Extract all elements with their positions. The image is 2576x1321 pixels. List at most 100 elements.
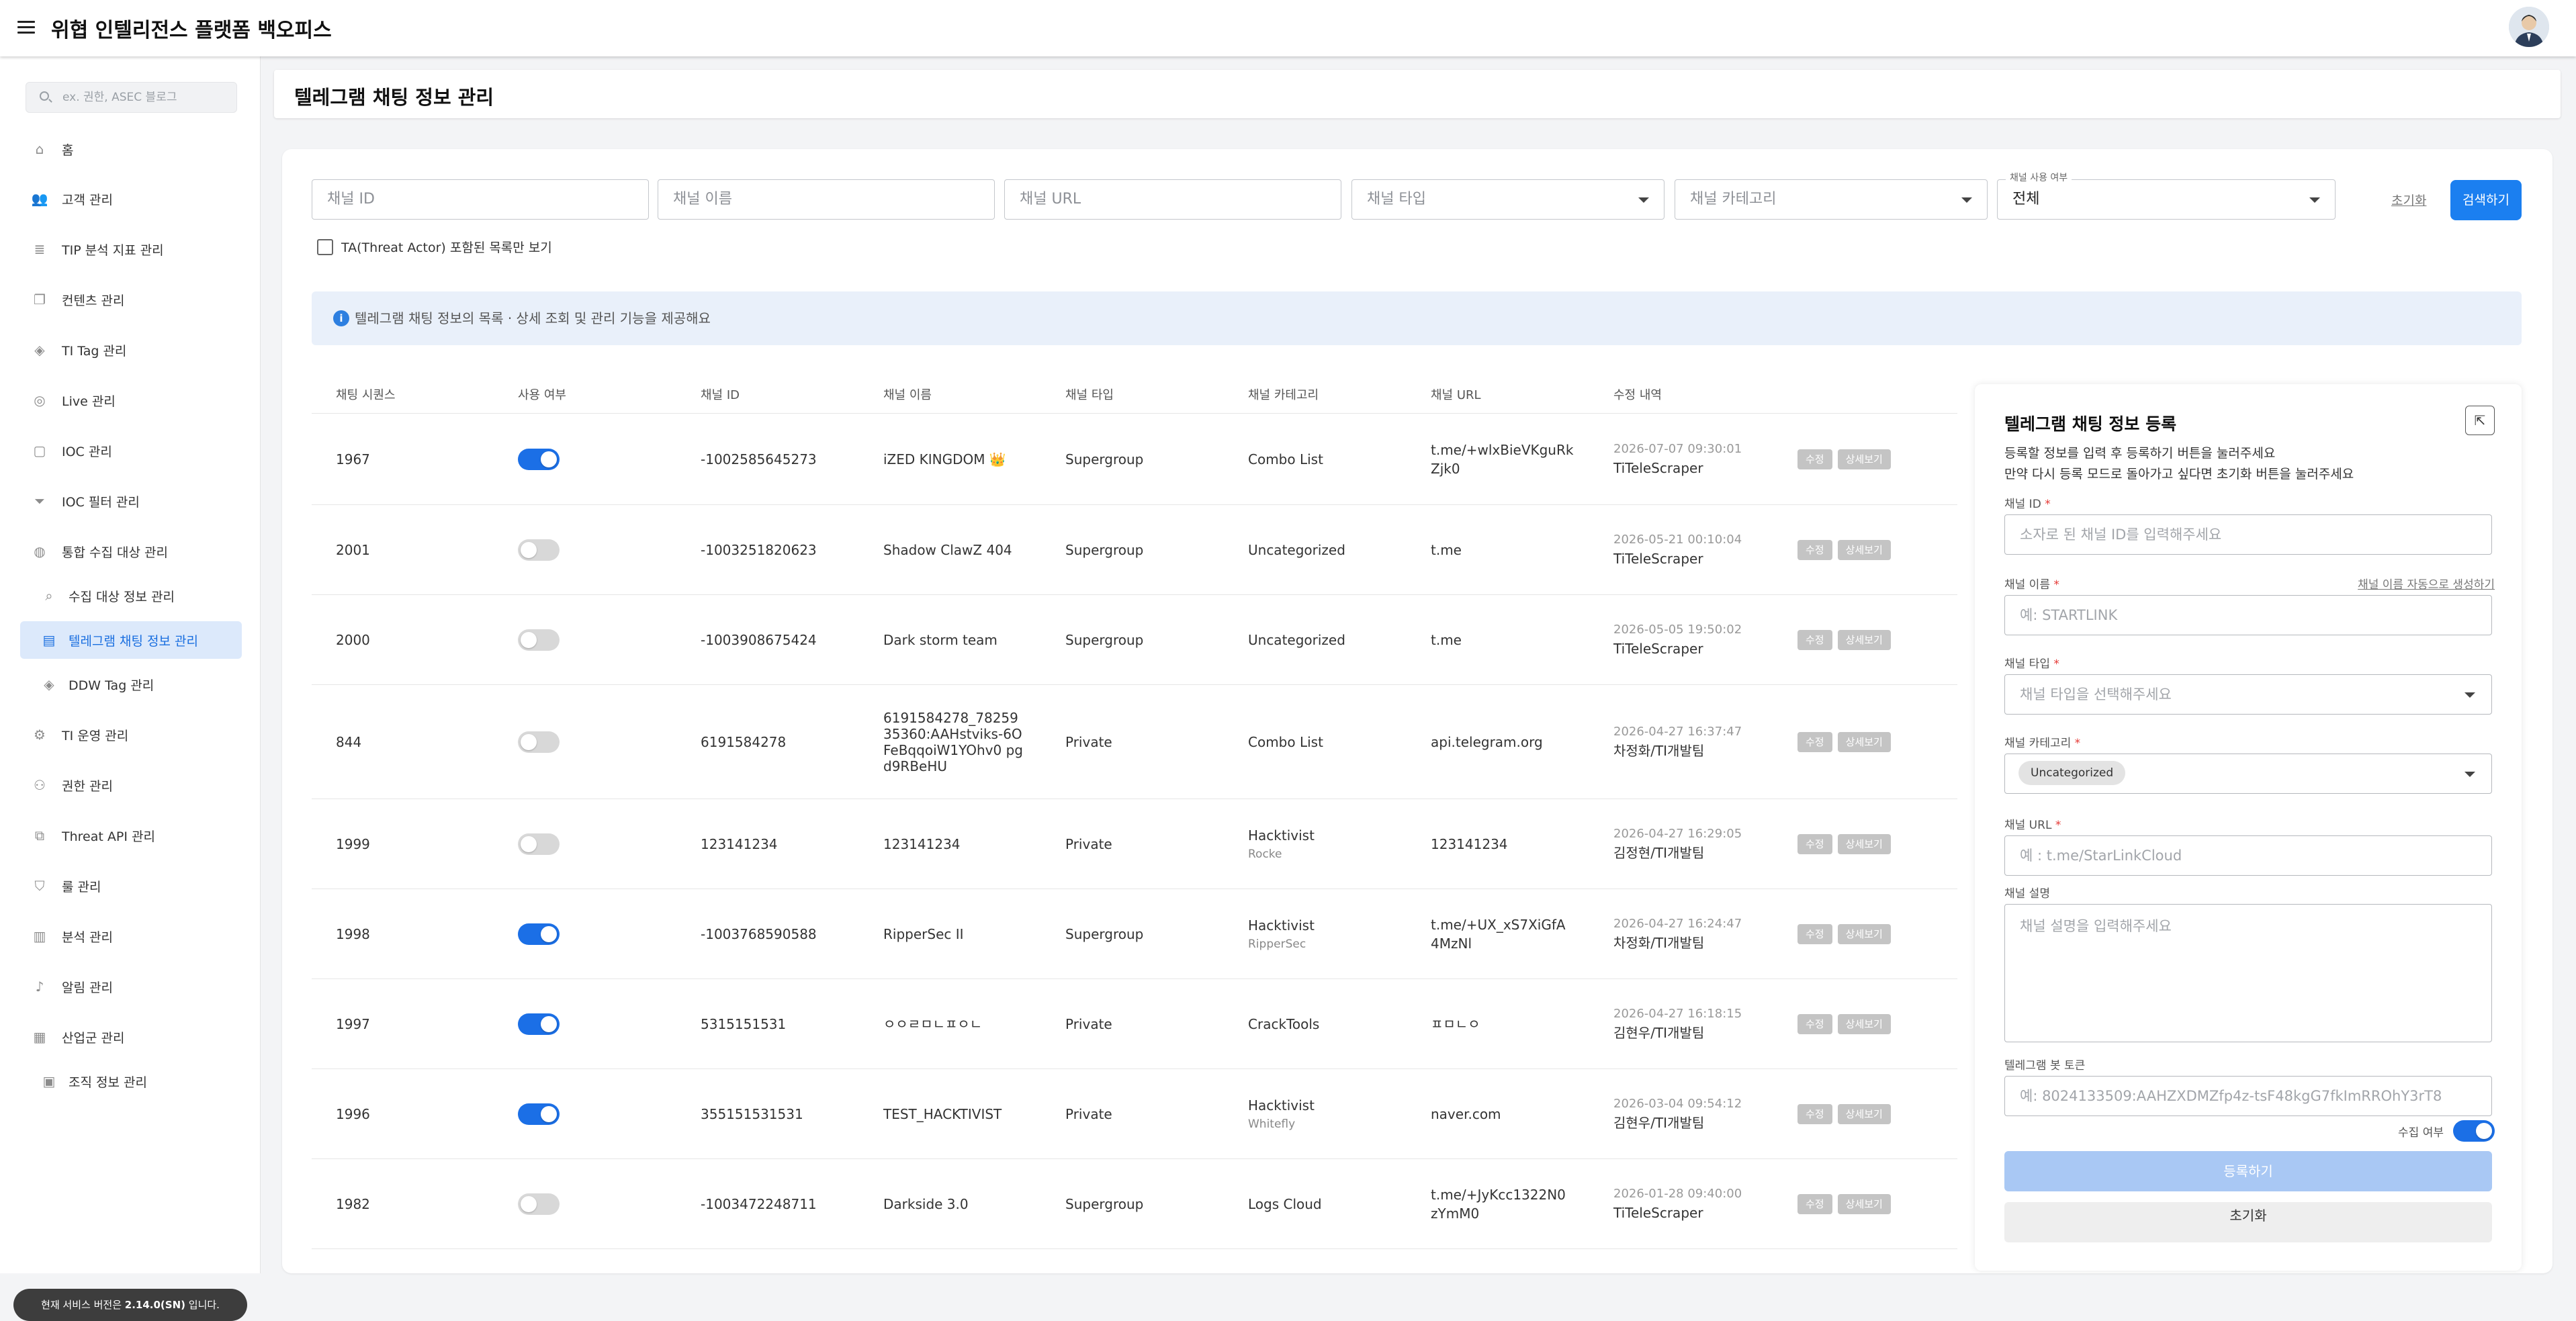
ta-only-checkbox[interactable]: TA(Threat Actor) 포함된 목록만 보기 <box>317 238 552 256</box>
edit-button[interactable]: 수정 <box>1797 629 1832 650</box>
filter-reset-link[interactable]: 초기화 <box>2391 191 2426 209</box>
sidebar-item-16[interactable]: ▥ 분석 관리 <box>20 917 242 955</box>
avatar[interactable] <box>2509 7 2549 47</box>
edit-button[interactable]: 수정 <box>1797 539 1832 560</box>
bot-token-input[interactable]: 예: 8024133509:AAHZXDMZfp4z-tsF48kgG7fkIm… <box>2004 1076 2492 1116</box>
edit-button[interactable]: 수정 <box>1797 1193 1832 1214</box>
sidebar-item-13[interactable]: ⚇ 권한 관리 <box>20 766 242 804</box>
column-header[interactable]: 채널 타입 <box>1065 385 1114 403</box>
sidebar-item-19[interactable]: ▣ 조직 정보 관리 <box>20 1062 242 1100</box>
register-title: 텔레그램 채팅 정보 등록 <box>2004 414 2177 434</box>
sidebar-item-4[interactable]: ◈ TI Tag 관리 <box>20 331 242 369</box>
detail-button[interactable]: 상세보기 <box>1837 1013 1891 1034</box>
column-header[interactable]: 채널 카테고리 <box>1248 385 1319 403</box>
channel-category-label-text: 채널 카테고리 <box>2004 737 2072 750</box>
detail-button[interactable]: 상세보기 <box>1837 539 1891 560</box>
edit-button[interactable]: 수정 <box>1797 449 1832 469</box>
column-header[interactable]: 채널 이름 <box>883 385 932 403</box>
sidebar-item-5[interactable]: ◎ Live 관리 <box>20 381 242 419</box>
sidebar-item-7[interactable]: ⏷ IOC 필터 관리 <box>20 482 242 520</box>
sidebar-item-2[interactable]: ≣ TIP 분석 지표 관리 <box>20 230 242 268</box>
channel-url-input[interactable]: 예 : t.me/StarLinkCloud <box>2004 835 2492 876</box>
category-chip[interactable]: Uncategorized <box>2018 761 2126 785</box>
sidebar-item-label: 조직 정보 관리 <box>69 1075 147 1090</box>
table-row[interactable]: 1998 -1003768590588 RipperSec II Supergroup… <box>312 889 1957 979</box>
channel-id-filter-input[interactable]: 채널 ID <box>312 179 649 220</box>
use-toggle[interactable] <box>518 923 560 945</box>
register-button[interactable]: 등록하기 <box>2004 1151 2492 1191</box>
expand-icon[interactable]: ⇱ <box>2465 406 2495 435</box>
table-row[interactable]: 2001 -1003251820623 Shadow ClawZ 404 Superg… <box>312 505 1957 595</box>
use-toggle[interactable] <box>518 1013 560 1035</box>
modified-by: 차정화/TI개발팀 <box>1613 743 1705 760</box>
register-reset-button[interactable]: 초기화 <box>2004 1202 2492 1242</box>
hamburger-menu-icon[interactable] <box>16 17 36 38</box>
table-row[interactable]: 1997 5315151531 ㅇㅇㄹㅁㄴㅍㅇㄴ Private CrackTools ㅍ… <box>312 979 1957 1069</box>
channel-url-filter-input[interactable]: 채널 URL <box>1004 179 1341 220</box>
sidebar-search-input[interactable]: ex. 권한, ASEC 블로그 <box>26 82 237 113</box>
sidebar-item-10[interactable]: ▤ 텔레그램 채팅 정보 관리 <box>20 621 242 659</box>
channel-type-select[interactable]: 채널 타입을 선택해주세요 <box>2004 674 2492 715</box>
use-toggle[interactable] <box>518 629 560 651</box>
table-row[interactable]: 2000 -1003908675424 Dark storm team Supergr… <box>312 595 1957 685</box>
table-row[interactable]: 1996 355151531531 TEST_HACKTIVIST Private Ha… <box>312 1069 1957 1159</box>
sidebar-item-1[interactable]: 👥 고객 관리 <box>20 180 242 218</box>
sidebar-item-0[interactable]: ⌂ 홈 <box>20 130 242 168</box>
use-toggle[interactable] <box>518 539 560 561</box>
edit-button[interactable]: 수정 <box>1797 923 1832 944</box>
sidebar-item-9[interactable]: ⌕ 수집 대상 정보 관리 <box>20 577 242 614</box>
detail-button[interactable]: 상세보기 <box>1837 1193 1891 1214</box>
edit-button[interactable]: 수정 <box>1797 731 1832 752</box>
sidebar-item-17[interactable]: ♪ 알림 관리 <box>20 968 242 1005</box>
channel-desc-textarea[interactable]: 채널 설명을 입력해주세요 <box>2004 904 2492 1042</box>
use-toggle[interactable] <box>518 1103 560 1125</box>
column-header[interactable]: 수정 내역 <box>1613 385 1662 403</box>
column-header[interactable]: 사용 여부 <box>518 385 566 403</box>
channel-url-cell: t.me <box>1431 631 1575 649</box>
sidebar-item-label: IOC 필터 관리 <box>62 494 140 510</box>
channel-type-filter-select[interactable]: 채널 타입 <box>1351 179 1664 220</box>
edit-button[interactable]: 수정 <box>1797 1103 1832 1124</box>
auto-name-link[interactable]: 채널 이름 자동으로 생성하기 <box>2358 575 2495 592</box>
sidebar-item-12[interactable]: ⚙ TI 운영 관리 <box>20 716 242 754</box>
sidebar-item-8[interactable]: ◍ 통합 수집 대상 관리 <box>20 533 242 570</box>
edit-button[interactable]: 수정 <box>1797 833 1832 854</box>
sidebar-item-3[interactable]: ❐ 컨텐츠 관리 <box>20 281 242 318</box>
sidebar-item-15[interactable]: ⛉ 룰 관리 <box>20 867 242 905</box>
use-toggle[interactable] <box>518 1193 560 1215</box>
channel-type-value: Supergroup <box>1065 541 1144 558</box>
checkbox-icon <box>317 238 333 255</box>
detail-button[interactable]: 상세보기 <box>1837 629 1891 650</box>
sidebar-item-6[interactable]: ▢ IOC 관리 <box>20 432 242 469</box>
column-header[interactable]: 채팅 시퀀스 <box>336 385 396 403</box>
table-row[interactable]: 1982 -1003472248711 Darkside 3.0 Supergroup… <box>312 1159 1957 1249</box>
channel-name-input[interactable]: 예: STARTLINK <box>2004 595 2492 635</box>
detail-button[interactable]: 상세보기 <box>1837 449 1891 469</box>
sidebar-item-18[interactable]: ▦ 산업군 관리 <box>20 1018 242 1056</box>
collect-toggle[interactable] <box>2453 1120 2495 1142</box>
row-actions: 수정 상세보기 <box>1797 923 1896 944</box>
detail-button[interactable]: 상세보기 <box>1837 731 1891 752</box>
detail-button[interactable]: 상세보기 <box>1837 833 1891 854</box>
channel-name-label: 채널 이름 * <box>2004 575 2059 592</box>
search-button[interactable]: 검색하기 <box>2450 180 2522 220</box>
channel-category-filter-select[interactable]: 채널 카테고리 <box>1675 179 1988 220</box>
use-toggle[interactable] <box>518 731 560 753</box>
channel-name-filter-input[interactable]: 채널 이름 <box>658 179 995 220</box>
detail-button[interactable]: 상세보기 <box>1837 923 1891 944</box>
table-row[interactable]: 1999 123141234 123141234 Private Hacktivist R… <box>312 799 1957 889</box>
table-row[interactable]: 844 6191584278 6191584278_78259 35360:AAHs… <box>312 685 1957 799</box>
sidebar-item-11[interactable]: ◈ DDW Tag 관리 <box>20 666 242 703</box>
table-row[interactable]: 1967 -1002585645273 iZED KINGDOM 👑 Supergro… <box>312 414 1957 505</box>
sidebar-item-14[interactable]: ⧉ Threat API 관리 <box>20 817 242 854</box>
channel-category-select[interactable]: Uncategorized <box>2004 754 2492 794</box>
channel-id-input[interactable]: 소자로 된 채널 ID를 입력해주세요 <box>2004 514 2492 555</box>
use-toggle[interactable] <box>518 448 560 470</box>
channel-use-filter-select[interactable]: 채널 사용 여부 전체 <box>1997 172 2336 220</box>
channel-category-cell: Hacktivist Whitefly <box>1248 1097 1315 1131</box>
column-header[interactable]: 채널 URL <box>1431 385 1481 403</box>
edit-button[interactable]: 수정 <box>1797 1013 1832 1034</box>
detail-button[interactable]: 상세보기 <box>1837 1103 1891 1124</box>
column-header[interactable]: 채널 ID <box>701 385 740 403</box>
use-toggle[interactable] <box>518 833 560 855</box>
